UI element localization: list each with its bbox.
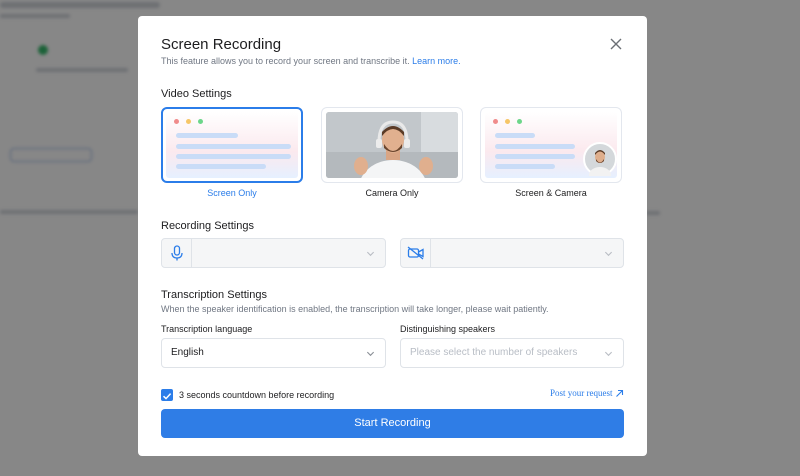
screen-preview bbox=[485, 112, 617, 178]
video-option-screen-and-camera[interactable] bbox=[480, 107, 622, 183]
microphone-icon bbox=[171, 245, 183, 261]
person-camera-image bbox=[326, 112, 458, 178]
checkmark-icon bbox=[162, 393, 172, 400]
placeholder-line bbox=[495, 133, 535, 138]
window-dot-green bbox=[198, 119, 203, 124]
recording-settings-heading: Recording Settings bbox=[161, 220, 254, 232]
start-recording-button[interactable]: Start Recording bbox=[161, 409, 624, 438]
dialog-subtitle: This feature allows you to record your s… bbox=[161, 56, 461, 66]
post-request-text: Post your request bbox=[550, 388, 613, 398]
chevron-down-icon bbox=[604, 251, 613, 257]
close-icon[interactable] bbox=[608, 36, 624, 52]
chevron-down-icon bbox=[366, 251, 375, 257]
placeholder-line bbox=[176, 133, 238, 138]
person-avatar-image bbox=[583, 142, 617, 176]
camera-icon-box bbox=[401, 239, 431, 267]
window-dot-red bbox=[174, 119, 179, 124]
video-option-label: Screen & Camera bbox=[515, 188, 587, 198]
video-option-label: Screen Only bbox=[207, 188, 257, 198]
camera-select[interactable] bbox=[400, 238, 624, 268]
video-option-label: Camera Only bbox=[365, 188, 419, 198]
transcription-language-value: English bbox=[171, 347, 204, 358]
chevron-down-icon bbox=[366, 351, 375, 357]
transcription-hint: When the speaker identification is enabl… bbox=[161, 304, 549, 314]
video-option-screen-only[interactable] bbox=[161, 107, 303, 183]
placeholder-line bbox=[176, 154, 291, 159]
placeholder-line bbox=[495, 164, 555, 169]
placeholder-line bbox=[495, 144, 575, 149]
placeholder-line bbox=[495, 154, 575, 159]
dialog-title: Screen Recording bbox=[161, 36, 282, 53]
placeholder-line bbox=[176, 164, 266, 169]
camera-off-icon bbox=[407, 246, 424, 260]
dialog-subtitle-text: This feature allows you to record your s… bbox=[161, 56, 410, 66]
distinguishing-speakers-label: Distinguishing speakers bbox=[400, 324, 496, 334]
placeholder-line bbox=[176, 144, 291, 149]
speakers-select[interactable]: Please select the number of speakers bbox=[400, 338, 624, 368]
transcription-settings-heading: Transcription Settings bbox=[161, 289, 267, 301]
screen-recording-dialog: Screen Recording This feature allows you… bbox=[138, 16, 647, 456]
external-arrow-icon bbox=[615, 390, 623, 398]
window-dot-yellow bbox=[186, 119, 191, 124]
video-option-camera-only[interactable] bbox=[321, 107, 463, 183]
countdown-checkbox[interactable] bbox=[161, 389, 173, 401]
learn-more-link[interactable]: Learn more. bbox=[412, 56, 461, 66]
post-request-link[interactable]: Post your request bbox=[550, 388, 624, 398]
microphone-select[interactable] bbox=[161, 238, 386, 268]
transcription-language-select[interactable]: English bbox=[161, 338, 386, 368]
camera-preview bbox=[326, 112, 458, 178]
speakers-placeholder: Please select the number of speakers bbox=[410, 347, 578, 358]
video-settings-heading: Video Settings bbox=[161, 88, 232, 100]
window-dot-red bbox=[493, 119, 498, 124]
window-dot-green bbox=[517, 119, 522, 124]
window-dot-yellow bbox=[505, 119, 510, 124]
countdown-label: 3 seconds countdown before recording bbox=[179, 390, 335, 400]
chevron-down-icon bbox=[604, 351, 613, 357]
screen-preview bbox=[166, 112, 298, 178]
microphone-icon-box bbox=[162, 239, 192, 267]
transcription-language-label: Transcription language bbox=[161, 324, 253, 334]
